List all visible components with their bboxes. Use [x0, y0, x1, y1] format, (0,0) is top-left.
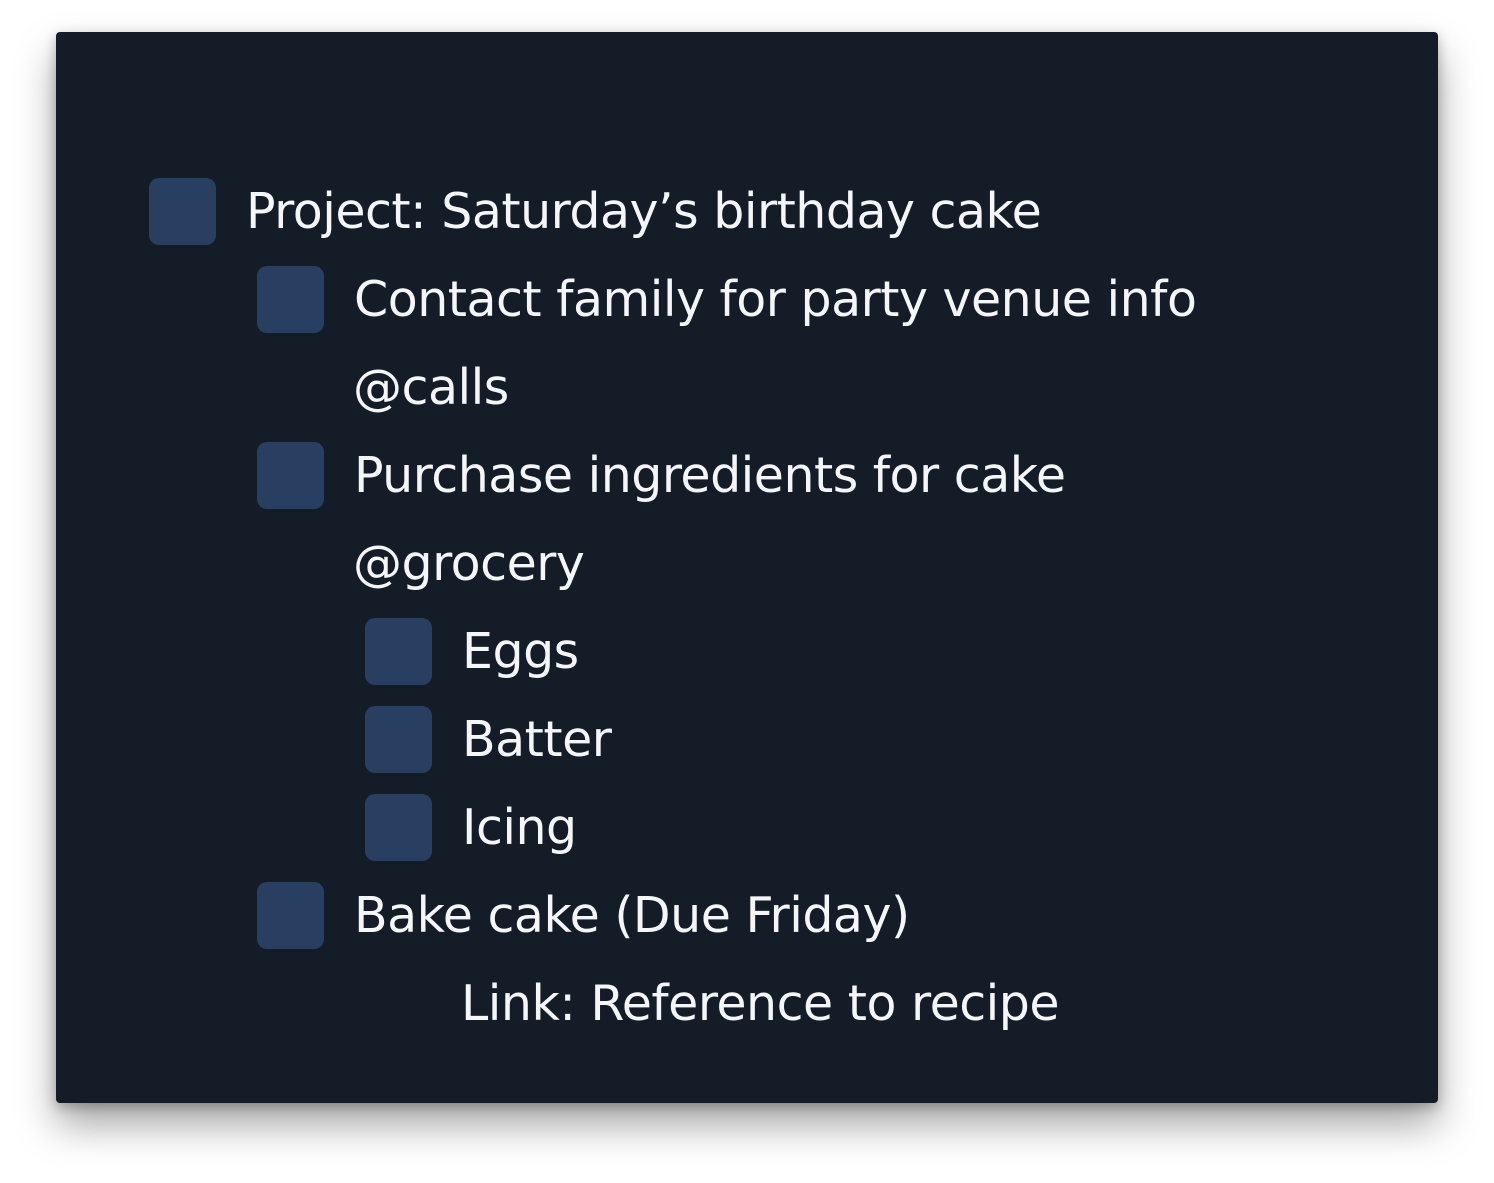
task-label-contact[interactable]: Contact family for party venue info — [354, 275, 1197, 324]
subtask-label-batter[interactable]: Batter — [462, 715, 612, 764]
tag-grocery[interactable]: @grocery — [353, 539, 585, 588]
task-label-bake[interactable]: Bake cake (Due Friday) — [354, 891, 910, 940]
project-row[interactable]: Project: Saturday’s birthday cake — [149, 167, 1399, 255]
tag-row-grocery: @grocery — [149, 519, 1399, 607]
subtask-label-icing[interactable]: Icing — [462, 803, 577, 852]
tag-row-calls: @calls — [149, 343, 1399, 431]
task-label-purchase[interactable]: Purchase ingredients for cake — [354, 451, 1066, 500]
note-row-recipe-link: Link: Reference to recipe — [149, 959, 1399, 1047]
subtask-label-eggs[interactable]: Eggs — [462, 627, 579, 676]
project-title[interactable]: Project: Saturday’s birthday cake — [246, 187, 1042, 236]
task-row-contact[interactable]: Contact family for party venue info — [149, 255, 1399, 343]
task-row-purchase[interactable]: Purchase ingredients for cake — [149, 431, 1399, 519]
subtask-row-eggs[interactable]: Eggs — [149, 607, 1399, 695]
outline-window: Project: Saturday’s birthday cake Contac… — [56, 32, 1438, 1103]
subtask-checkbox-eggs[interactable] — [365, 617, 432, 685]
project-checkbox[interactable] — [149, 177, 216, 245]
tag-calls[interactable]: @calls — [353, 363, 509, 412]
task-checkbox-purchase[interactable] — [257, 441, 324, 509]
subtask-row-batter[interactable]: Batter — [149, 695, 1399, 783]
subtask-checkbox-icing[interactable] — [365, 793, 432, 861]
task-checkbox-bake[interactable] — [257, 881, 324, 949]
subtask-checkbox-batter[interactable] — [365, 705, 432, 773]
subtask-row-icing[interactable]: Icing — [149, 783, 1399, 871]
task-outline: Project: Saturday’s birthday cake Contac… — [149, 167, 1399, 1047]
task-checkbox-contact[interactable] — [257, 265, 324, 333]
task-row-bake[interactable]: Bake cake (Due Friday) — [149, 871, 1399, 959]
recipe-link[interactable]: Link: Reference to recipe — [461, 979, 1060, 1028]
